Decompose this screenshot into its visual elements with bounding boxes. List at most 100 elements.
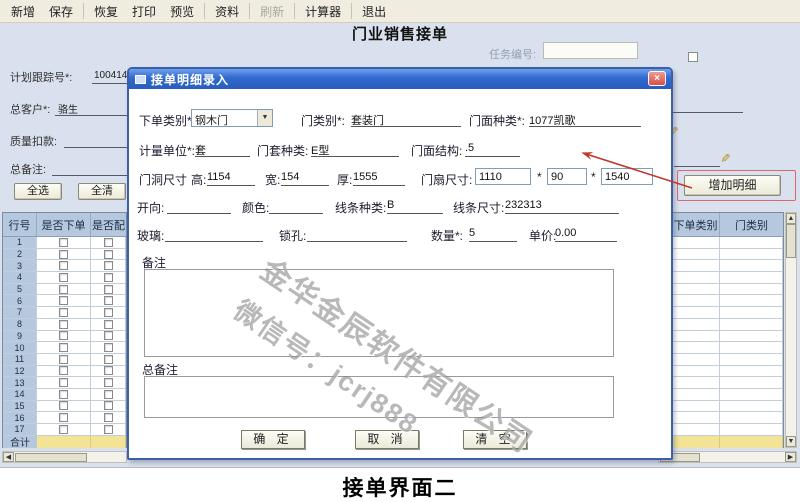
table-row: 8 (3, 319, 126, 331)
row-number-cell: 14 (3, 389, 37, 400)
cancel-button[interactable]: 取 消 (355, 430, 419, 449)
order-checkbox[interactable] (59, 378, 68, 387)
toolbar-button-data[interactable]: 资料 (208, 1, 246, 22)
order-checkbox[interactable] (59, 425, 68, 434)
config-checkbox[interactable] (104, 250, 113, 259)
frame-type-field[interactable]: E型 (311, 142, 399, 157)
door-category-field[interactable]: 套装门 (351, 112, 461, 127)
order-checkbox[interactable] (59, 250, 68, 259)
order-checkbox[interactable] (59, 285, 68, 294)
lock-hole-field[interactable] (307, 227, 407, 242)
toolbar-button-calculator[interactable]: 计算器 (298, 1, 348, 22)
config-checkbox[interactable] (104, 378, 113, 387)
order-checkbox[interactable] (59, 355, 68, 364)
scroll-left-icon[interactable]: ◀ (3, 452, 14, 462)
width-field[interactable]: 154 (281, 171, 329, 186)
select-all-button[interactable]: 全选 (14, 183, 62, 200)
order-table-left: 行号 是否下单 是否配 1234567891011121314151617 合计 (2, 212, 127, 448)
vertical-scrollbar[interactable]: ▲ ▼ (785, 212, 797, 448)
clear-button[interactable]: 清 空 (463, 430, 527, 449)
toolbar-button-new[interactable]: 新增 (4, 1, 42, 22)
config-checkbox[interactable] (104, 238, 113, 247)
table-row: 2 (3, 249, 126, 261)
table-row (659, 331, 783, 343)
toolbar-button-exit[interactable]: 退出 (355, 1, 393, 22)
scroll-down-icon[interactable]: ▼ (786, 436, 796, 447)
config-checkbox[interactable] (104, 413, 113, 422)
order-checkbox[interactable] (59, 261, 68, 270)
unit-price-field[interactable]: 0.00 (555, 227, 617, 242)
config-checkbox[interactable] (104, 285, 113, 294)
toolbar-separator (204, 3, 205, 19)
toolbar-button-preview[interactable]: 预览 (163, 1, 201, 22)
order-checkbox[interactable] (59, 296, 68, 305)
config-checkbox[interactable] (104, 331, 113, 340)
header-checkbox[interactable] (688, 52, 698, 62)
order-checkbox[interactable] (59, 390, 68, 399)
config-checkbox[interactable] (104, 320, 113, 329)
config-checkbox[interactable] (104, 343, 113, 352)
config-checkbox[interactable] (104, 401, 113, 410)
screenshot-caption: 接单界面二 (0, 472, 800, 502)
scrollbar-thumb[interactable] (786, 224, 796, 258)
order-checkbox[interactable] (59, 308, 68, 317)
order-checkbox[interactable] (59, 343, 68, 352)
line-size-field[interactable]: 232313 (505, 199, 619, 214)
row-number-cell: 12 (3, 366, 37, 377)
toolbar-button-print[interactable]: 打印 (125, 1, 163, 22)
table-row (659, 342, 783, 354)
clear-all-button[interactable]: 全清 (78, 183, 126, 200)
row-number-cell: 8 (3, 319, 37, 330)
scroll-right-icon[interactable]: ▶ (785, 452, 796, 462)
close-icon[interactable]: × (648, 71, 666, 86)
col-header-door-category: 门类别 (720, 213, 783, 236)
scroll-up-icon[interactable]: ▲ (786, 213, 796, 224)
task-number-input[interactable] (543, 42, 638, 59)
open-direction-field[interactable] (167, 199, 231, 214)
line-type-field[interactable]: B (387, 199, 443, 214)
order-checkbox[interactable] (59, 273, 68, 282)
order-checkbox[interactable] (59, 238, 68, 247)
row-number-cell: 7 (3, 307, 37, 318)
toolbar-button-restore[interactable]: 恢复 (87, 1, 125, 22)
horizontal-scrollbar-right[interactable]: ▶ (658, 451, 797, 463)
col-header-row-number: 行号 (3, 213, 37, 236)
order-checkbox[interactable] (59, 320, 68, 329)
order-checkbox[interactable] (59, 331, 68, 340)
config-checkbox[interactable] (104, 261, 113, 270)
customer-label: 总客户*: (10, 101, 50, 117)
col-header-order-category: 下单类别 (672, 213, 720, 236)
config-checkbox[interactable] (104, 296, 113, 305)
config-checkbox[interactable] (104, 366, 113, 375)
dialog-titlebar[interactable]: 接单明细录入 × (129, 69, 671, 89)
total-remark-textarea[interactable] (144, 376, 614, 418)
config-checkbox[interactable] (104, 390, 113, 399)
unit-field[interactable]: 套 (195, 142, 250, 157)
order-checkbox[interactable] (59, 413, 68, 422)
order-category-select[interactable]: 钢木门 ▼ (191, 109, 273, 127)
color-field[interactable] (269, 199, 323, 214)
height-field[interactable]: 1154 (207, 171, 255, 186)
horizontal-scrollbar-left[interactable]: ◀ (2, 451, 127, 463)
order-checkbox[interactable] (59, 401, 68, 410)
remark-textarea[interactable] (144, 269, 614, 357)
toolbar-button-save[interactable]: 保存 (42, 1, 80, 22)
scrollbar-thumb[interactable] (15, 453, 87, 462)
quantity-field[interactable]: 5 (469, 227, 517, 242)
face-structure-field[interactable]: .5 (465, 142, 520, 157)
config-checkbox[interactable] (104, 355, 113, 364)
col-header-is-ordered: 是否下单 (37, 213, 91, 236)
config-checkbox[interactable] (104, 308, 113, 317)
chevron-down-icon[interactable]: ▼ (257, 110, 272, 126)
glass-field[interactable] (165, 227, 263, 242)
table-row (659, 377, 783, 389)
edit-pencil-icon[interactable]: ✎ (718, 153, 732, 163)
config-checkbox[interactable] (104, 425, 113, 434)
order-checkbox[interactable] (59, 366, 68, 375)
table-row (659, 424, 783, 436)
thickness-field[interactable]: 1555 (353, 171, 405, 186)
config-checkbox[interactable] (104, 273, 113, 282)
leaf-width-input[interactable] (475, 168, 531, 185)
door-face-type-field[interactable]: 1077凯歌 (529, 112, 641, 127)
ok-button[interactable]: 确 定 (241, 430, 305, 449)
